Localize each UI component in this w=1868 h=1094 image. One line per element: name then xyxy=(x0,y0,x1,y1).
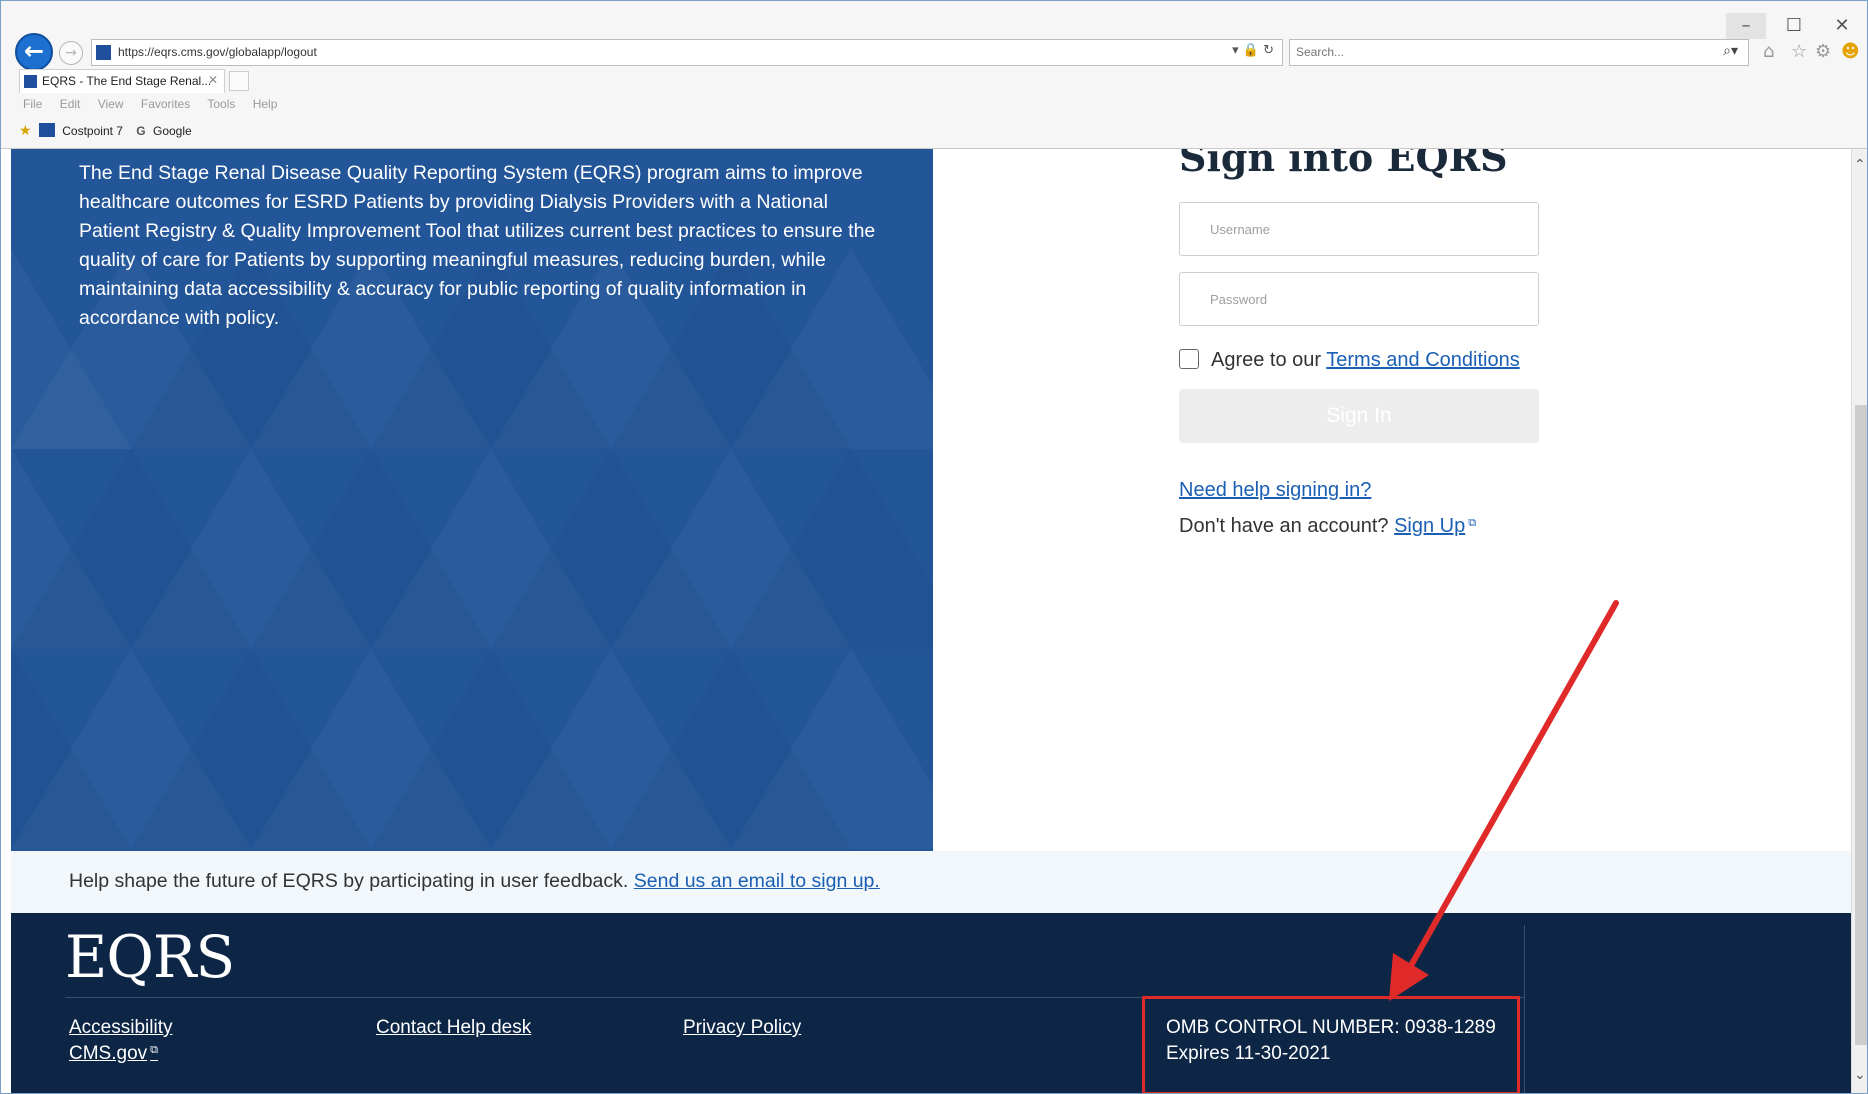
favorite-costpoint[interactable]: Costpoint 7 xyxy=(62,124,123,138)
login-panel: Sign into EQRS Agree to our Terms and Co… xyxy=(933,149,1851,851)
forward-arrow-icon[interactable]: → xyxy=(59,41,83,65)
page-content: The End Stage Renal Disease Quality Repo… xyxy=(11,149,1851,1093)
favorites-star-icon[interactable]: ★ xyxy=(19,123,32,139)
back-arrow-icon[interactable]: ← xyxy=(15,33,53,71)
password-field[interactable] xyxy=(1179,272,1539,326)
footer-vertical-divider xyxy=(1524,925,1525,1093)
agree-terms-row: Agree to our Terms and Conditions xyxy=(1179,349,1520,372)
lock-refresh-icons[interactable]: ▾ 🔒 ↻ xyxy=(1232,43,1274,58)
hero-panel: The End Stage Renal Disease Quality Repo… xyxy=(11,149,933,851)
scroll-up-icon[interactable]: ⌃ xyxy=(1854,157,1866,173)
search-box[interactable]: ⌕▾ xyxy=(1289,39,1749,66)
browser-chrome: – ☐ ✕ ← → https://eqrs.cms.gov/globalapp… xyxy=(1,1,1867,149)
star-icon[interactable]: ☆ xyxy=(1791,41,1807,62)
scroll-thumb[interactable] xyxy=(1855,405,1867,1045)
menu-help[interactable]: Help xyxy=(253,97,278,111)
address-url[interactable]: https://eqrs.cms.gov/globalapp/logout xyxy=(118,45,317,59)
google-icon: G xyxy=(136,124,146,138)
favorite-google[interactable]: Google xyxy=(153,124,192,138)
login-heading: Sign into EQRS xyxy=(1179,149,1508,180)
favorites-bar: ★ Costpoint 7 G Google xyxy=(19,123,192,139)
footer-cmsgov-link[interactable]: CMS.gov ⧉ xyxy=(69,1043,158,1065)
vertical-scrollbar[interactable]: ⌃ ⌄ xyxy=(1851,149,1867,1093)
minimize-button[interactable]: – xyxy=(1726,13,1766,39)
sign-in-button[interactable]: Sign In xyxy=(1179,389,1539,443)
omb-expiration: Expires 11-30-2021 xyxy=(1166,1043,1331,1064)
feedback-message: Help shape the future of EQRS by partici… xyxy=(69,870,634,892)
feedback-banner: Help shape the future of EQRS by partici… xyxy=(11,851,1851,913)
external-link-icon: ⧉ xyxy=(1468,516,1477,529)
address-bar[interactable]: https://eqrs.cms.gov/globalapp/logout ▾ … xyxy=(91,39,1283,66)
search-icon[interactable]: ⌕▾ xyxy=(1723,43,1738,59)
no-account-text: Don't have an account? xyxy=(1179,515,1395,537)
menu-tools[interactable]: Tools xyxy=(207,97,235,111)
menu-bar: File Edit View Favorites Tools Help xyxy=(23,97,291,111)
feedback-email-link[interactable]: Send us an email to sign up. xyxy=(634,870,880,892)
terms-and-conditions-link[interactable]: Terms and Conditions xyxy=(1326,349,1519,371)
browser-tab[interactable]: EQRS - The End Stage Renal... ✕ xyxy=(19,69,225,93)
gear-icon[interactable]: ⚙ xyxy=(1815,41,1831,62)
browser-window: – ☐ ✕ ← → https://eqrs.cms.gov/globalapp… xyxy=(0,0,1868,1094)
menu-favorites[interactable]: Favorites xyxy=(141,97,190,111)
menu-edit[interactable]: Edit xyxy=(60,97,81,111)
feedback-text: Help shape the future of EQRS by partici… xyxy=(69,870,880,893)
external-link-icon: ⧉ xyxy=(150,1043,158,1056)
costpoint-icon xyxy=(38,123,55,137)
agree-terms-checkbox[interactable] xyxy=(1179,349,1199,369)
close-window-button[interactable]: ✕ xyxy=(1822,13,1862,39)
username-field[interactable] xyxy=(1179,202,1539,256)
menu-file[interactable]: File xyxy=(23,97,42,111)
footer-accessibility-link[interactable]: Accessibility xyxy=(69,1017,172,1039)
footer-logo: EQRS xyxy=(65,923,235,991)
smiley-icon[interactable]: ☻ xyxy=(1841,41,1860,62)
menu-view[interactable]: View xyxy=(98,97,124,111)
scroll-down-icon[interactable]: ⌄ xyxy=(1854,1067,1866,1083)
footer-cmsgov-label[interactable]: CMS.gov xyxy=(69,1043,147,1064)
tab-close-icon[interactable]: ✕ xyxy=(208,73,218,87)
need-help-link[interactable]: Need help signing in? xyxy=(1179,479,1371,502)
footer-contact-helpdesk-link[interactable]: Contact Help desk xyxy=(376,1017,531,1039)
home-icon[interactable]: ⌂ xyxy=(1763,41,1774,62)
footer-privacy-policy-link[interactable]: Privacy Policy xyxy=(683,1017,801,1039)
footer: EQRS Accessibility CMS.gov ⧉ Contact Help… xyxy=(11,913,1851,1093)
agree-terms-label: Agree to our xyxy=(1211,349,1327,371)
sign-up-link[interactable]: Sign Up xyxy=(1394,515,1465,537)
tab-favicon-icon xyxy=(24,75,37,88)
omb-control-number: OMB CONTROL NUMBER: 0938-1289 xyxy=(1166,1017,1496,1038)
site-favicon-icon xyxy=(96,45,111,60)
hero-description: The End Stage Renal Disease Quality Repo… xyxy=(79,162,876,329)
signup-row: Don't have an account? Sign Up ⧉ xyxy=(1179,515,1476,538)
search-input[interactable] xyxy=(1296,45,1696,59)
maximize-button[interactable]: ☐ xyxy=(1774,13,1814,39)
new-tab-button[interactable] xyxy=(229,71,249,91)
tab-title[interactable]: EQRS - The End Stage Renal... xyxy=(42,74,211,88)
